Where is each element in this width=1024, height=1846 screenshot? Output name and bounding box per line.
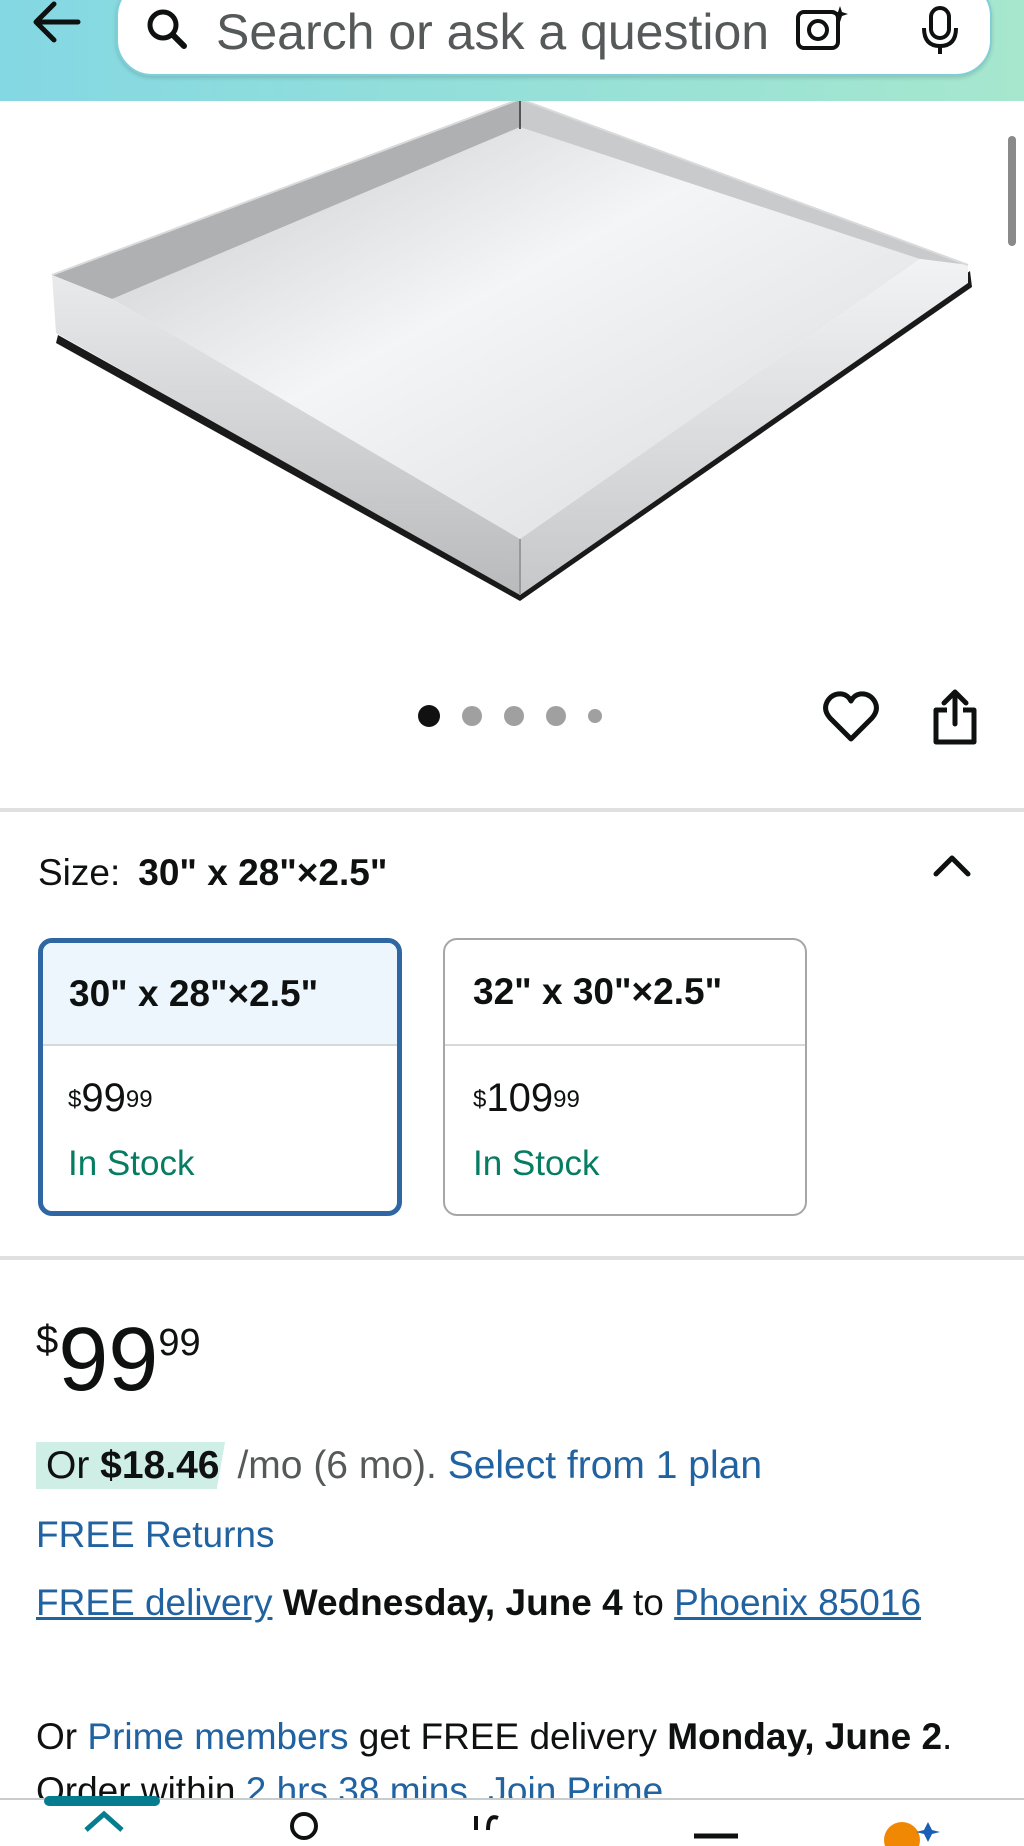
price-fraction: 99: [125, 1086, 153, 1113]
price-currency: $: [68, 1086, 82, 1113]
product-price: $9999: [36, 1310, 201, 1410]
collapse-size-button[interactable]: [930, 846, 974, 886]
menu-icon[interactable]: [686, 1800, 746, 1846]
pagination-dot[interactable]: [588, 709, 602, 723]
free-delivery-link[interactable]: FREE delivery: [36, 1582, 272, 1623]
delivery-info: FREE delivery Wednesday, June 4 to Phoen…: [36, 1576, 976, 1630]
size-option-name: 32" x 30"×2.5": [445, 940, 805, 1046]
camera-lens-icon[interactable]: [794, 4, 850, 54]
installment-highlight: Or $18.46: [36, 1442, 232, 1489]
pagination-dot[interactable]: [418, 705, 440, 727]
size-option-price: $9999: [68, 1076, 153, 1120]
heart-icon: [823, 691, 879, 742]
select-plan-link[interactable]: Select from 1 plan: [448, 1444, 762, 1487]
prime-prefix: Or: [36, 1716, 78, 1757]
stock-status: In Stock: [473, 1144, 600, 1183]
stock-status: In Stock: [68, 1144, 195, 1183]
search-placeholder[interactable]: Search or ask a question: [216, 4, 816, 60]
prime-text: get FREE delivery: [358, 1716, 657, 1757]
pagination-dot[interactable]: [462, 706, 482, 726]
home-icon[interactable]: [82, 1800, 126, 1846]
delivery-date: Wednesday, June 4: [282, 1582, 623, 1623]
delivery-to-text: to: [633, 1582, 664, 1623]
wishlist-button[interactable]: [822, 690, 880, 744]
section-divider: [0, 808, 1024, 812]
magnifier-icon: [147, 9, 187, 49]
free-returns-link[interactable]: FREE Returns: [36, 1514, 275, 1556]
pagination-dot[interactable]: [504, 706, 524, 726]
image-pagination-dots: [418, 704, 624, 728]
size-option-card[interactable]: 30" x 28"×2.5" $9999 In Stock: [38, 938, 402, 1216]
price-fraction: 99: [553, 1086, 580, 1113]
prime-members-link[interactable]: Prime members: [87, 1716, 348, 1757]
installment-amount: $18.46: [100, 1444, 220, 1487]
price-whole: 99: [81, 1076, 126, 1120]
product-image[interactable]: [0, 97, 1024, 661]
size-label: Size:: [38, 852, 121, 893]
price-fraction: 99: [158, 1322, 201, 1364]
size-selector-label: Size: 30" x 28"×2.5": [38, 852, 387, 894]
search-header: Search or ask a question: [0, 0, 1024, 101]
price-currency: $: [36, 1318, 59, 1362]
share-button[interactable]: [930, 688, 980, 746]
delivery-location-link[interactable]: Phoenix 85016: [674, 1582, 921, 1623]
cart-icon[interactable]: [468, 1800, 528, 1846]
price-whole: 99: [58, 1310, 159, 1410]
price-currency: $: [473, 1086, 487, 1113]
share-icon: [933, 689, 977, 745]
back-button[interactable]: [28, 0, 88, 50]
size-option-price: $10999: [473, 1076, 580, 1120]
installment-offer: Or $18.46/mo (6 mo). Select from 1 plan: [36, 1442, 762, 1490]
search-input[interactable]: Search or ask a question: [116, 0, 992, 76]
installment-prefix: Or: [46, 1444, 101, 1487]
active-tab-indicator: [44, 1796, 160, 1806]
account-icon[interactable]: [284, 1800, 324, 1846]
page-scrollbar[interactable]: [1008, 136, 1016, 246]
price-whole: 109: [486, 1076, 554, 1120]
chevron-up-icon: [933, 855, 971, 877]
rufus-assistant-icon[interactable]: [878, 1800, 948, 1846]
installment-term: /mo (6 mo).: [237, 1444, 437, 1487]
pagination-dot[interactable]: [546, 706, 566, 726]
arrow-left-icon: [33, 1, 81, 43]
prime-delivery-date: Monday, June 2: [667, 1716, 943, 1757]
size-selected-value: 30" x 28"×2.5": [138, 852, 388, 893]
section-divider: [0, 1256, 1024, 1260]
size-option-card[interactable]: 32" x 30"×2.5" $10999 In Stock: [443, 938, 807, 1216]
size-option-name: 30" x 28"×2.5": [43, 943, 397, 1046]
microphone-icon[interactable]: [918, 4, 962, 56]
